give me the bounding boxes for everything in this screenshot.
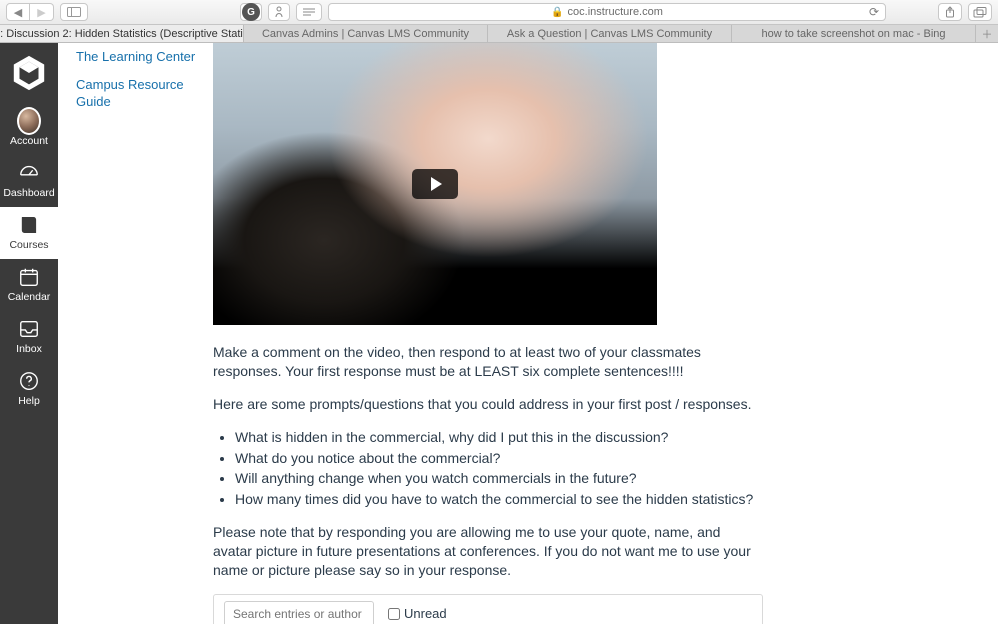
dashboard-icon: [17, 161, 41, 185]
avatar: [17, 109, 41, 133]
browser-tab-0[interactable]: Topic: Discussion 2: Hidden Statistics (…: [0, 25, 244, 42]
browser-toolbar: ◀ ▶ G 🔒 coc.instructure.com ⟳: [0, 0, 998, 25]
browser-tab-1[interactable]: Canvas Admins | Canvas LMS Community: [244, 25, 488, 42]
help-icon: [17, 369, 41, 393]
discussion-body: Make a comment on the video, then respon…: [213, 343, 763, 580]
nav-back-forward: ◀ ▶: [6, 3, 54, 21]
prompt-item: What is hidden in the commercial, why di…: [235, 428, 763, 447]
extension-button-1[interactable]: G: [240, 3, 262, 21]
forward-button[interactable]: ▶: [30, 3, 54, 21]
global-nav: Account Dashboard Courses Calendar Inbox: [0, 43, 58, 624]
prompt-item: What do you notice about the commercial?: [235, 449, 763, 468]
nav-help[interactable]: Help: [0, 363, 58, 415]
unread-label: Unread: [404, 606, 447, 621]
discussion-paragraph-1: Make a comment on the video, then respon…: [213, 343, 763, 381]
sidebar-toggle-button[interactable]: [60, 3, 88, 21]
nav-inbox-label: Inbox: [16, 343, 42, 355]
prompt-item: How many times did you have to watch the…: [235, 490, 763, 509]
course-nav-resource-guide[interactable]: Campus Resource Guide: [76, 75, 205, 112]
nav-calendar[interactable]: Calendar: [0, 259, 58, 311]
main-column: Make a comment on the video, then respon…: [213, 43, 783, 624]
right-rail: [783, 43, 998, 624]
search-entries-input[interactable]: [224, 601, 374, 624]
unread-checkbox[interactable]: [388, 608, 400, 620]
browser-tab-2[interactable]: Ask a Question | Canvas LMS Community: [488, 25, 732, 42]
reader-button[interactable]: [296, 3, 322, 21]
nav-help-label: Help: [18, 395, 40, 407]
play-icon[interactable]: [412, 169, 458, 199]
courses-icon: [17, 213, 41, 237]
calendar-icon: [17, 265, 41, 289]
discussion-paragraph-2: Here are some prompts/questions that you…: [213, 395, 763, 414]
nav-account-label: Account: [10, 135, 48, 147]
url-bar[interactable]: 🔒 coc.instructure.com ⟳: [328, 3, 886, 21]
course-nav: The Learning Center Campus Resource Guid…: [58, 43, 213, 624]
browser-tab-3[interactable]: how to take screenshot on mac - Bing: [732, 25, 976, 42]
extension-button-2[interactable]: [268, 3, 290, 21]
page-content: Account Dashboard Courses Calendar Inbox: [0, 43, 998, 624]
url-text: coc.instructure.com: [568, 6, 663, 18]
lock-icon: 🔒: [551, 7, 563, 18]
reload-icon[interactable]: ⟳: [869, 5, 879, 19]
nav-courses-label: Courses: [9, 239, 48, 251]
nav-inbox[interactable]: Inbox: [0, 311, 58, 363]
brand-logo[interactable]: [9, 53, 49, 93]
nav-courses[interactable]: Courses: [0, 207, 58, 259]
tab-strip: Topic: Discussion 2: Hidden Statistics (…: [0, 25, 998, 43]
course-nav-learning-center[interactable]: The Learning Center: [76, 47, 205, 67]
prompt-item: Will anything change when you watch comm…: [235, 469, 763, 488]
share-button[interactable]: [938, 3, 962, 21]
nav-dashboard-label: Dashboard: [3, 187, 54, 199]
nav-calendar-label: Calendar: [8, 291, 51, 303]
embedded-video[interactable]: [213, 43, 657, 325]
discussion-prompts-list: What is hidden in the commercial, why di…: [235, 428, 763, 510]
back-button[interactable]: ◀: [6, 3, 30, 21]
inbox-icon: [17, 317, 41, 341]
tabs-button[interactable]: [968, 3, 992, 21]
unread-filter[interactable]: Unread: [388, 606, 447, 621]
new-tab-button[interactable]: ＋: [976, 25, 998, 42]
nav-dashboard[interactable]: Dashboard: [0, 155, 58, 207]
discussion-entry-toolbar: Unread: [213, 594, 763, 624]
nav-account[interactable]: Account: [0, 103, 58, 155]
discussion-paragraph-3: Please note that by responding you are a…: [213, 523, 763, 580]
